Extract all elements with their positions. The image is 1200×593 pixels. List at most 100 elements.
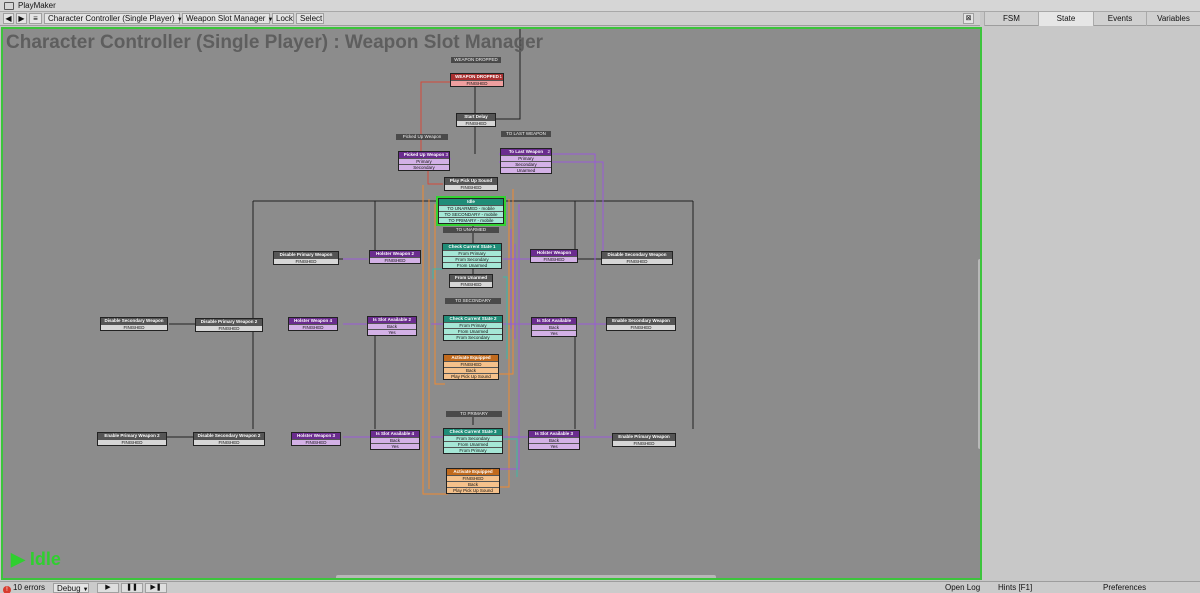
fsm-graph-canvas[interactable]: Character Controller (Single Player) : W… — [1, 27, 982, 580]
state-node[interactable]: Holster Weapon 4 FINISHED — [288, 317, 338, 331]
state-event[interactable]: Play Pick Up Sound — [447, 487, 499, 493]
state-node[interactable]: Holster Weapon FINISHED — [530, 249, 578, 263]
pause-button[interactable]: ❚❚ — [121, 583, 143, 593]
state-event[interactable]: Play Pick Up Sound — [444, 373, 498, 379]
global-event-label[interactable]: TO UNARMED — [443, 227, 499, 233]
state-event[interactable]: From Unarmed — [443, 262, 501, 268]
open-log-button[interactable]: Open Log — [945, 583, 980, 593]
state-node[interactable]: Check Current State 1 From Primary From … — [442, 243, 502, 269]
debug-dropdown[interactable]: Debug ▼ — [53, 583, 89, 593]
state-selector-dropdown[interactable]: Weapon Slot Manager ▼ — [182, 13, 273, 24]
global-event-label[interactable]: WEAPON DROPPED — [451, 57, 501, 63]
state-event[interactable]: FINISHED — [613, 440, 675, 446]
state-node[interactable]: Is Slot Available Back Yes — [531, 317, 577, 337]
state-event[interactable]: FINISHED — [194, 439, 264, 445]
tab-events[interactable]: Events — [1093, 12, 1146, 26]
global-event-label[interactable]: TO SECONDARY — [445, 298, 501, 304]
state-event[interactable]: From Primary — [444, 447, 502, 453]
state-node[interactable]: Is Slot Available 2 Back Yes — [367, 316, 417, 336]
state-node[interactable]: Holster Weapon 2 FINISHED — [369, 250, 421, 264]
tab-state[interactable]: State — [1038, 12, 1093, 26]
state-node[interactable]: Disable Secondary Weapon FINISHED — [601, 251, 673, 265]
state-event[interactable]: FINISHED — [292, 439, 340, 445]
debug-label: Debug — [57, 584, 81, 593]
menu-icon[interactable]: ≡ — [29, 13, 42, 24]
state-event[interactable]: TO PRIMARY - mobile — [439, 217, 503, 223]
state-node-idle[interactable]: Idle TO UNARMED - mobile TO SECONDARY - … — [436, 196, 506, 226]
back-arrow-icon[interactable]: ◀ — [3, 13, 14, 24]
scroll-thumb[interactable] — [336, 575, 716, 578]
state-event[interactable]: Unarmed — [501, 167, 551, 173]
state-title: Play Pick Up Sound — [445, 178, 497, 184]
fsm-status-label: Idle — [29, 549, 61, 569]
state-node[interactable]: Is Slot Available 4 Back Yes — [370, 430, 420, 450]
state-event[interactable]: FINISHED — [607, 324, 675, 330]
state-node[interactable]: Holster Weapon 3 FINISHED — [291, 432, 341, 446]
step-button[interactable]: ▶❚ — [145, 583, 167, 593]
state-event[interactable]: FINISHED — [445, 184, 497, 190]
state-event[interactable]: FINISHED — [289, 324, 337, 330]
state-title: Enable Primary Weapon 2 — [98, 433, 166, 439]
state-event[interactable]: FINISHED — [98, 439, 166, 445]
state-node[interactable]: Enable Secondary Weapon FINISHED — [606, 317, 676, 331]
state-node[interactable]: Activate Equipped FINISHED Back Play Pic… — [443, 354, 499, 380]
state-node[interactable]: Activate Equipped FINISHED Back Play Pic… — [446, 468, 500, 494]
state-node[interactable]: Is Slot Available 3 Back Yes — [528, 430, 580, 450]
app-title: PlayMaker — [18, 1, 56, 10]
global-event-label[interactable]: TO PRIMARY — [446, 411, 502, 417]
state-node[interactable]: Play Pick Up Sound FINISHED — [444, 177, 498, 191]
state-node[interactable]: Enable Primary Weapon 2 FINISHED — [97, 432, 167, 446]
forward-arrow-icon[interactable]: ▶ — [16, 13, 27, 24]
state-node[interactable]: Check Current State 3 From Secondary Fro… — [443, 428, 503, 454]
tab-fsm[interactable]: FSM — [984, 12, 1038, 26]
global-event-label[interactable]: Picked Up Weapon — [396, 134, 448, 140]
state-title: Activate Equipped — [444, 355, 498, 361]
state-title: Enable Primary Weapon — [613, 434, 675, 440]
select-button[interactable]: Select — [296, 13, 324, 24]
state-event[interactable]: FINISHED — [531, 256, 577, 262]
maximize-icon[interactable]: ⊠ — [963, 13, 974, 24]
preferences-button[interactable]: Preferences — [1103, 583, 1146, 593]
state-event[interactable]: FINISHED — [602, 258, 672, 264]
horizontal-scrollbar[interactable] — [3, 575, 978, 578]
state-event[interactable]: FINISHED — [101, 324, 167, 330]
state-node[interactable]: From Unarmed FINISHED — [449, 274, 493, 288]
global-event-label[interactable]: TO LAST WEAPON — [501, 131, 551, 137]
state-event[interactable]: FINISHED — [457, 120, 495, 126]
state-node[interactable]: Start Delay FINISHED — [456, 113, 496, 127]
error-count[interactable]: ! 10 errors — [3, 583, 45, 593]
state-event[interactable]: FINISHED — [450, 281, 492, 287]
state-event[interactable]: Yes — [532, 330, 576, 336]
state-event[interactable]: Secondary — [399, 164, 449, 170]
state-event[interactable]: FINISHED — [196, 325, 262, 331]
state-node[interactable]: Enable Primary Weapon FINISHED — [612, 433, 676, 447]
state-event[interactable]: Yes — [368, 329, 416, 335]
state-node[interactable]: Disable Secondary Weapon 2 FINISHED — [193, 432, 265, 446]
state-node[interactable]: To Last Weapon 2 Primary Secondary Unarme… — [500, 148, 552, 174]
state-node[interactable]: Disable Primary Weapon FINISHED — [273, 251, 339, 265]
state-node[interactable]: Check Current State 2 From Primary From … — [443, 315, 503, 341]
lock-button[interactable]: Lock — [272, 13, 294, 24]
play-button[interactable]: ▶ — [97, 583, 119, 593]
state-node[interactable]: Disable Primary Weapon 2 FINISHED — [195, 318, 263, 332]
tab-variables[interactable]: Variables — [1146, 12, 1200, 26]
vertical-scrollbar[interactable] — [978, 29, 980, 578]
state-node[interactable]: Picked Up Weapon 3 Primary Secondary — [398, 151, 450, 171]
state-event[interactable]: FINISHED — [451, 80, 503, 86]
state-event[interactable]: FINISHED — [370, 257, 420, 263]
state-selector-label: Weapon Slot Manager — [186, 14, 266, 23]
state-event[interactable]: TO UNARMED - mobile — [439, 205, 503, 211]
fsm-selector-dropdown[interactable]: Character Controller (Single Player) ▼ — [44, 13, 183, 24]
hints-button[interactable]: Hints [F1] — [998, 583, 1032, 593]
state-event[interactable]: TO SECONDARY - mobile — [439, 211, 503, 217]
state-title: Disable Primary Weapon 2 — [196, 319, 262, 325]
scroll-thumb[interactable] — [978, 259, 980, 449]
state-node[interactable]: WEAPON DROPPED 1 FINISHED — [450, 73, 504, 87]
state-event[interactable]: Yes — [529, 443, 579, 449]
state-event[interactable]: Yes — [371, 443, 419, 449]
state-title: Enable Secondary Weapon — [607, 318, 675, 324]
state-node[interactable]: Disable Secondary Weapon FINISHED — [100, 317, 168, 331]
state-title: Picked Up Weapon 3 — [399, 152, 449, 158]
state-event[interactable]: From Secondary — [444, 334, 502, 340]
state-event[interactable]: FINISHED — [274, 258, 338, 264]
